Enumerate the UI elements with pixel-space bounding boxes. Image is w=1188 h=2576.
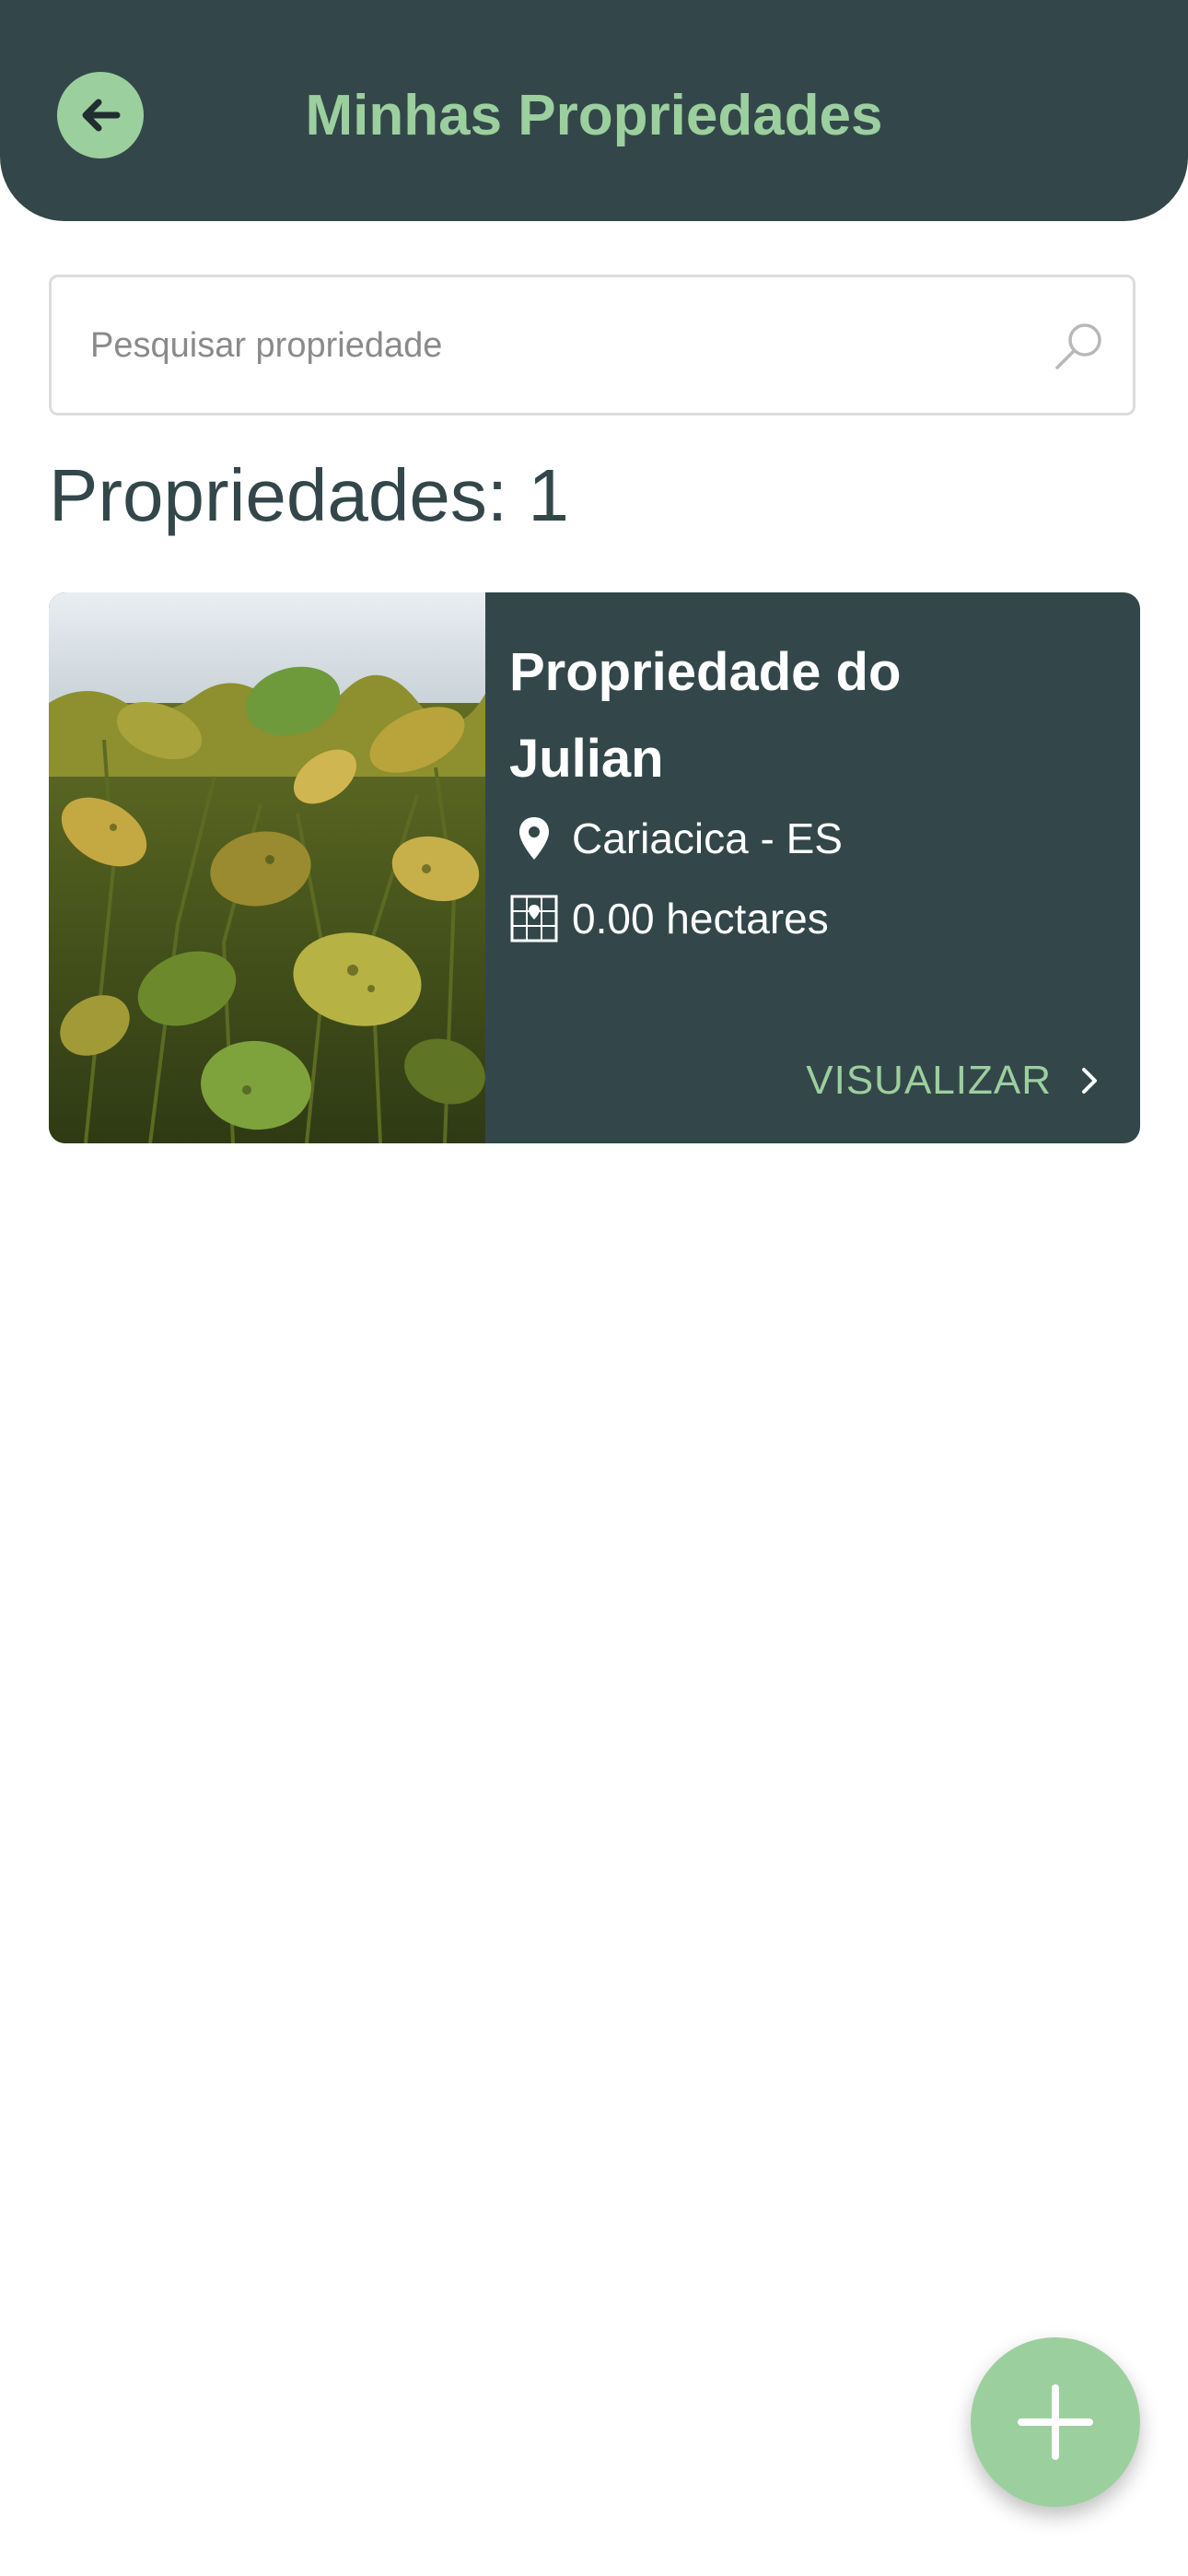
plus-icon [1018,2384,1093,2460]
property-location: Cariacica - ES [509,814,843,863]
property-card[interactable]: Propriedade do Julian Cariacica - ES 0.0… [49,592,1140,1143]
add-property-button[interactable] [971,2337,1140,2507]
property-area: 0.00 hectares [509,894,829,943]
property-name: Propriedade do Julian [509,642,902,789]
page-title: Minhas Propriedades [305,84,883,147]
search-input[interactable] [88,277,1013,415]
area-text: 0.00 hectares [572,895,829,943]
search-box[interactable] [49,275,1136,416]
soybean-field-photo [49,592,485,1143]
location-pin-icon [519,817,549,860]
chevron-right-icon [1082,1068,1097,1094]
search-icon[interactable] [1052,318,1107,373]
view-label: VISUALIZAR [806,1058,1052,1103]
view-property-button[interactable]: VISUALIZAR [806,1058,1103,1104]
location-text: Cariacica - ES [572,814,843,862]
map-area-icon [510,895,558,943]
properties-count-title: Propriedades: 1 [49,454,569,536]
app-header: Minhas Propriedades [0,0,1188,221]
